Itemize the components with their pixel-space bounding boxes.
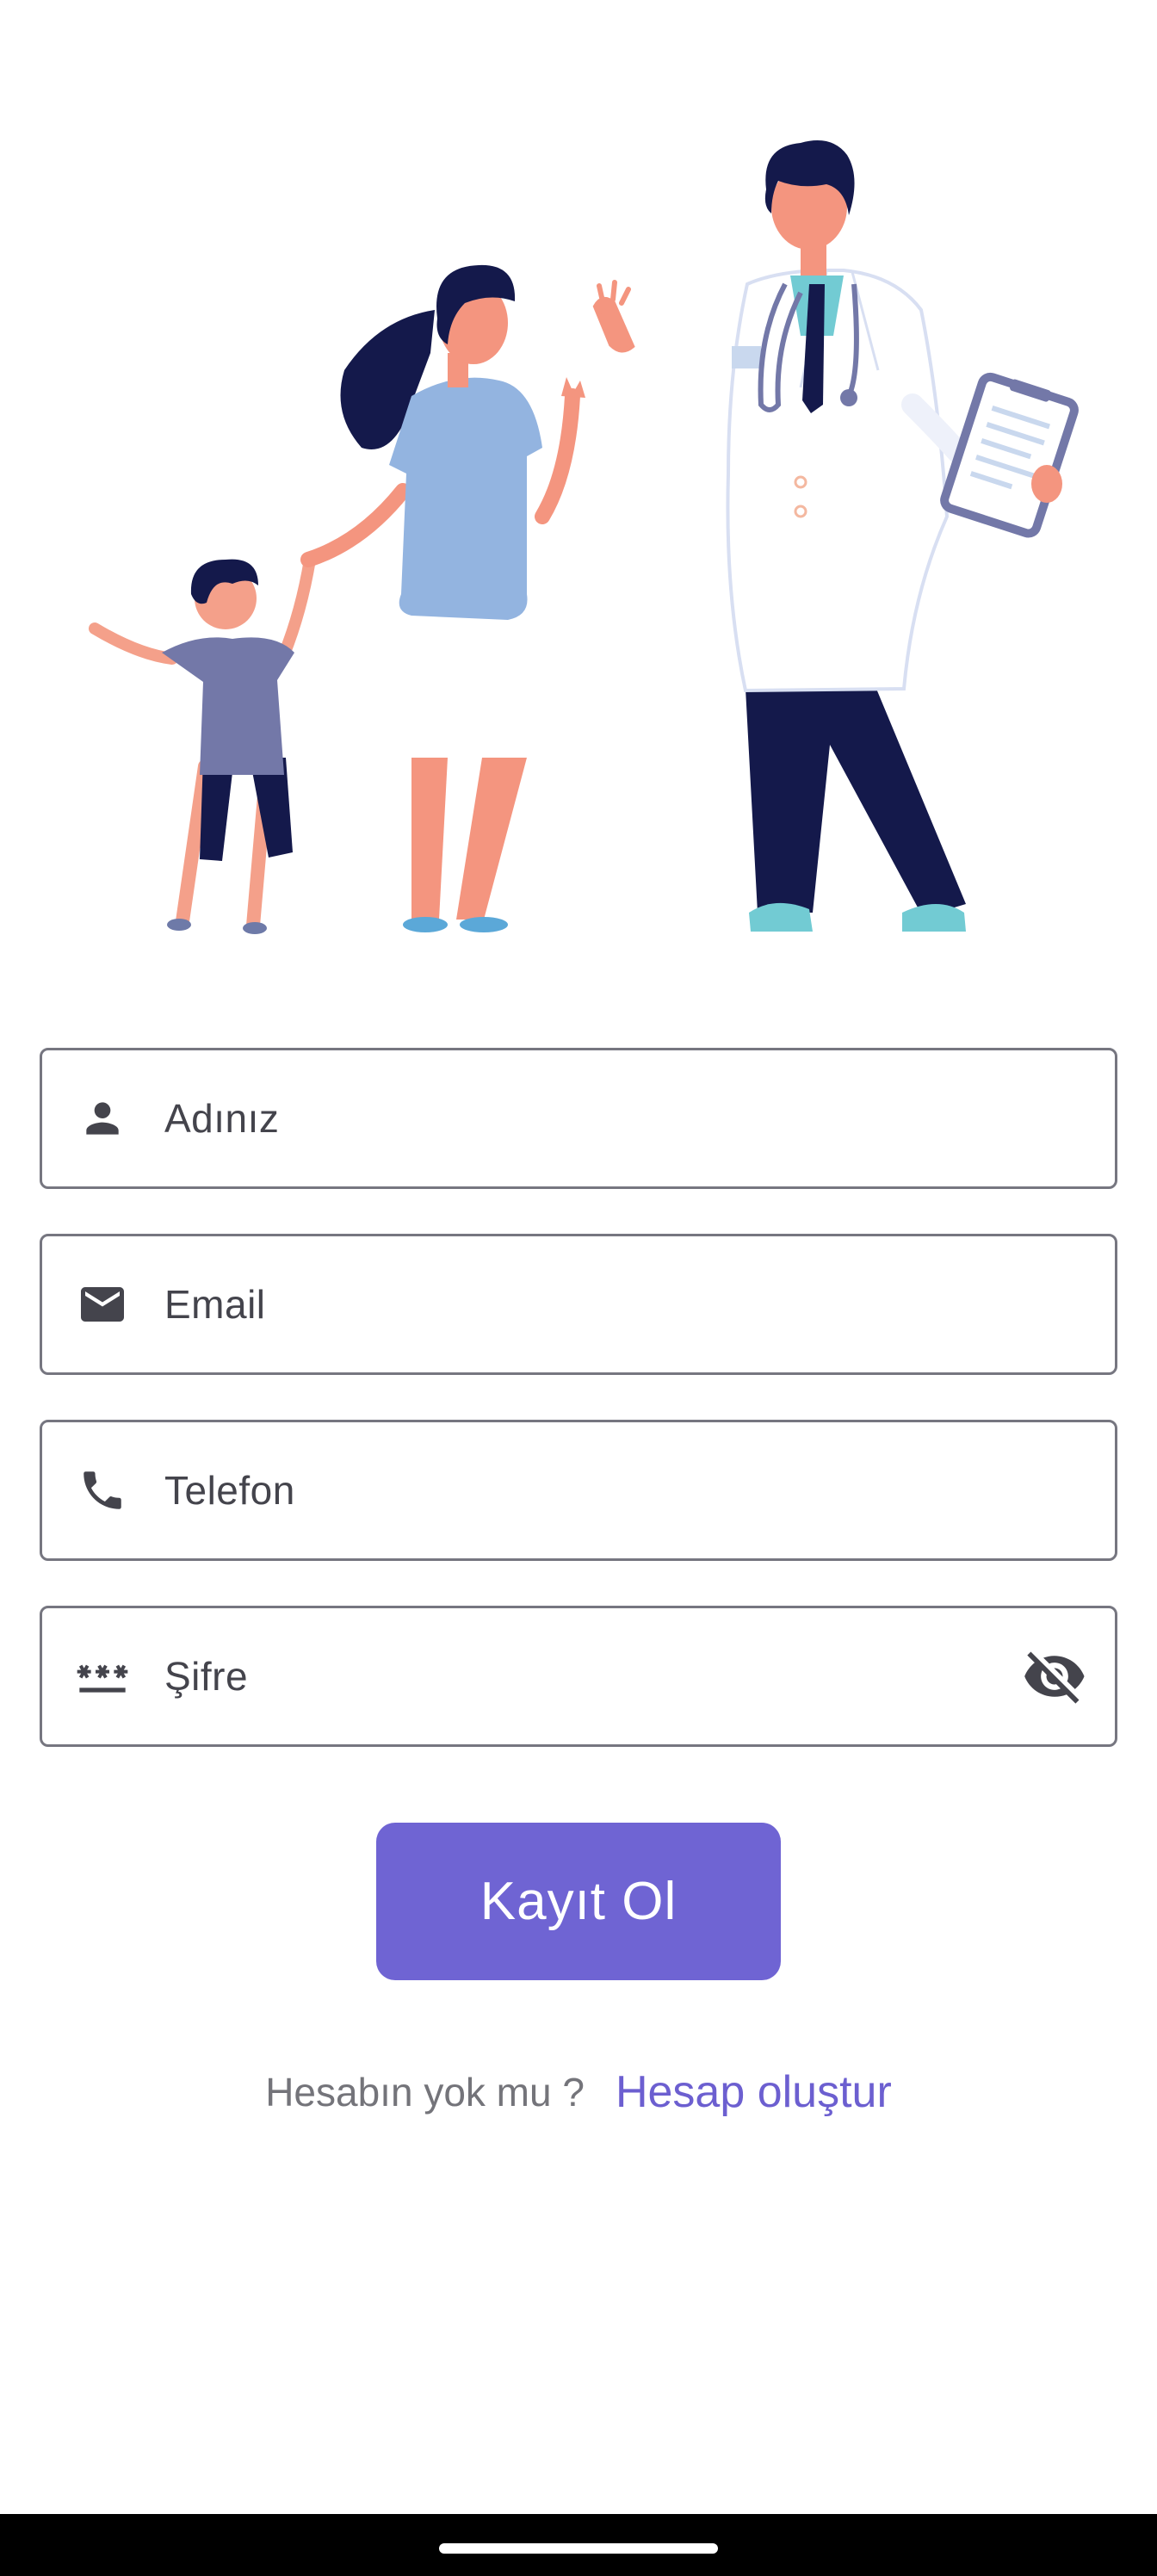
navigation-bar — [0, 2514, 1157, 2576]
mail-icon — [75, 1277, 130, 1332]
password-icon — [75, 1649, 130, 1704]
doctor-figure — [726, 140, 1079, 932]
family-doctor-illustration — [89, 140, 1079, 934]
person-icon — [75, 1091, 130, 1146]
password-placeholder: Şifre — [164, 1654, 249, 1699]
password-field[interactable]: Şifre — [40, 1606, 1117, 1747]
name-field[interactable]: Adınız — [40, 1048, 1117, 1189]
email-field[interactable]: Email — [40, 1234, 1117, 1375]
mother-figure — [300, 264, 585, 932]
phone-icon — [75, 1463, 130, 1518]
signup-prompt: Hesabın yok mu ? Hesap oluştur — [0, 2062, 1157, 2122]
name-placeholder: Adınız — [164, 1096, 280, 1141]
child-figure — [89, 554, 316, 934]
phone-field[interactable]: Telefon — [40, 1420, 1117, 1561]
register-button[interactable]: Kayıt Ol — [376, 1823, 781, 1980]
signup-question: Hesabın yok mu ? — [265, 2070, 585, 2115]
eye-off-icon[interactable] — [1020, 1642, 1089, 1711]
phone-placeholder: Telefon — [164, 1468, 295, 1513]
email-placeholder: Email — [164, 1282, 266, 1327]
create-account-link[interactable]: Hesap oluştur — [616, 2066, 892, 2118]
waving-hand-shape — [592, 280, 635, 353]
home-gesture-handle[interactable] — [439, 2543, 718, 2554]
